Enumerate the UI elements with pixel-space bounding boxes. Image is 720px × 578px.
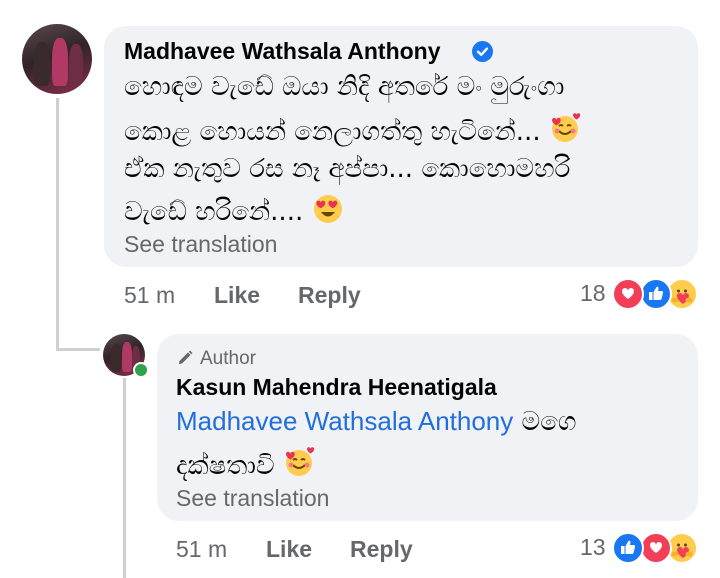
pencil-icon: [176, 349, 194, 372]
reply-text-line: Madhavee Wathsala Anthony මගෙ: [176, 406, 577, 437]
thread-line: [56, 98, 59, 350]
reaction-count[interactable]: 13: [580, 534, 606, 561]
online-status-indicator: [133, 362, 149, 378]
see-translation-link[interactable]: See translation: [176, 485, 329, 512]
smiling-face-with-hearts-icon: [549, 113, 581, 152]
love-icon[interactable]: [612, 278, 644, 310]
comment-text-line: ඒක නැතුව රස නෑ අප්පා... කොහොමහරි: [124, 154, 571, 184]
avatar-figure: [122, 342, 132, 372]
mention-link[interactable]: Madhavee Wathsala Anthony: [176, 406, 513, 436]
thread-branch: [56, 348, 100, 351]
reaction-count[interactable]: 18: [580, 280, 606, 307]
heart-eyes-emoji-icon: [312, 193, 344, 232]
comment-text-line: වැඩේ හරිනේ....: [124, 193, 344, 232]
love-icon[interactable]: [640, 532, 672, 564]
smiling-face-with-hearts-icon: [283, 447, 315, 486]
see-translation-link[interactable]: See translation: [124, 231, 277, 258]
comment-timestamp[interactable]: 51 m: [124, 282, 175, 309]
comment-text-line: හොඳම වැඩේ ඔයා නිදි අතරේ මං මුරුංගා: [124, 72, 565, 102]
reply-thread-line: [123, 378, 126, 578]
verified-badge-icon: [472, 41, 493, 62]
reply-button[interactable]: Reply: [298, 282, 361, 309]
reply-timestamp[interactable]: 51 m: [176, 536, 227, 563]
like-button[interactable]: Like: [214, 282, 260, 309]
avatar-figure: [111, 344, 121, 372]
like-icon[interactable]: [640, 278, 672, 310]
reply-button[interactable]: Reply: [350, 536, 413, 563]
reply-text-line: දක්ෂතාවි: [176, 447, 315, 486]
reply-author-name[interactable]: Kasun Mahendra Heenatigala: [176, 374, 497, 401]
avatar-figure: [69, 44, 83, 86]
avatar-figure: [52, 38, 68, 86]
comment-text-line: කොළ හොයන් නෙලාගත්තු හැටිනේ...: [124, 113, 581, 152]
author-badge: Author: [200, 348, 256, 369]
comment-author-name[interactable]: Madhavee Wathsala Anthony: [124, 38, 441, 65]
like-icon[interactable]: [612, 532, 644, 564]
commenter-avatar[interactable]: [22, 24, 92, 94]
avatar-figure: [34, 42, 50, 86]
like-button[interactable]: Like: [266, 536, 312, 563]
